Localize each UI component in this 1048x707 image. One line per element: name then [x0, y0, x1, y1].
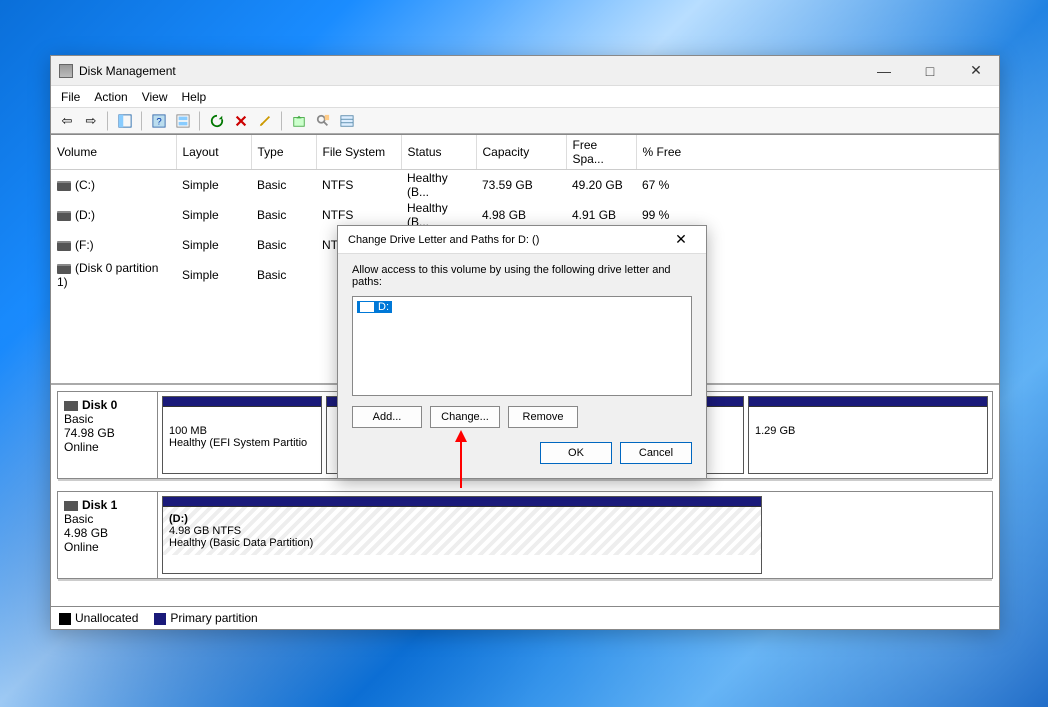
show-hide-tree-icon[interactable]: [115, 111, 135, 131]
partition-last[interactable]: 1.29 GB: [748, 396, 988, 474]
ok-button[interactable]: OK: [540, 442, 612, 464]
delete-icon[interactable]: [231, 111, 251, 131]
disk-row-1[interactable]: Disk 1 Basic 4.98 GB Online (D:) 4.98 GB…: [57, 491, 993, 579]
menu-view[interactable]: View: [142, 90, 168, 104]
partition-d[interactable]: (D:) 4.98 GB NTFS Healthy (Basic Data Pa…: [162, 496, 762, 574]
app-icon: [59, 64, 73, 78]
change-button[interactable]: Change...: [430, 406, 500, 428]
col-free[interactable]: Free Spa...: [566, 135, 636, 170]
maximize-button[interactable]: □: [907, 56, 953, 86]
col-volume[interactable]: Volume: [51, 135, 176, 170]
menu-help[interactable]: Help: [182, 90, 207, 104]
legend-swatch-primary: [154, 613, 166, 625]
disk-icon: [57, 241, 71, 251]
col-capacity[interactable]: Capacity: [476, 135, 566, 170]
close-button[interactable]: ✕: [953, 56, 999, 86]
disk-info: Disk 1 Basic 4.98 GB Online: [58, 492, 158, 578]
change-drive-letter-dialog: Change Drive Letter and Paths for D: () …: [337, 225, 707, 479]
back-icon[interactable]: ⇦: [57, 111, 77, 131]
partition-color-bar: [749, 397, 987, 407]
drive-icon: [360, 302, 374, 312]
legend: Unallocated Primary partition: [51, 606, 999, 629]
help-icon[interactable]: ?: [149, 111, 169, 131]
table-row[interactable]: (C:) Simple Basic NTFS Healthy (B... 73.…: [51, 170, 999, 201]
properties-icon[interactable]: [255, 111, 275, 131]
svg-text:?: ?: [156, 116, 161, 127]
col-status[interactable]: Status: [401, 135, 476, 170]
col-type[interactable]: Type: [251, 135, 316, 170]
disk-icon: [57, 211, 71, 221]
partition-color-bar: [163, 397, 321, 407]
col-pctfree[interactable]: % Free: [636, 135, 999, 170]
disk-icon: [57, 264, 71, 274]
disk-icon: [57, 181, 71, 191]
forward-icon[interactable]: ⇨: [81, 111, 101, 131]
partition-efi[interactable]: 100 MB Healthy (EFI System Partitio: [162, 396, 322, 474]
path-list-item[interactable]: D:: [357, 301, 392, 313]
refresh-icon[interactable]: [207, 111, 227, 131]
menu-action[interactable]: Action: [94, 90, 127, 104]
remove-button[interactable]: Remove: [508, 406, 578, 428]
add-button[interactable]: Add...: [352, 406, 422, 428]
titlebar[interactable]: Disk Management — □ ✕: [51, 56, 999, 86]
dialog-instruction: Allow access to this volume by using the…: [352, 264, 692, 288]
cancel-button[interactable]: Cancel: [620, 442, 692, 464]
disk-icon: [64, 501, 78, 511]
dialog-close-icon[interactable]: ✕: [666, 231, 696, 248]
find-icon[interactable]: [313, 111, 333, 131]
dialog-titlebar[interactable]: Change Drive Letter and Paths for D: () …: [338, 226, 706, 254]
dialog-title: Change Drive Letter and Paths for D: (): [348, 234, 539, 246]
action-icon[interactable]: [289, 111, 309, 131]
col-fs[interactable]: File System: [316, 135, 401, 170]
menu-file[interactable]: File: [61, 90, 80, 104]
settings-icon[interactable]: [173, 111, 193, 131]
menubar: File Action View Help: [51, 86, 999, 108]
minimize-button[interactable]: —: [861, 56, 907, 86]
col-layout[interactable]: Layout: [176, 135, 251, 170]
window-title: Disk Management: [79, 64, 176, 78]
toolbar: ⇦ ⇨ ?: [51, 108, 999, 134]
legend-swatch-unallocated: [59, 613, 71, 625]
paths-listbox[interactable]: D:: [352, 296, 692, 396]
disk-icon: [64, 401, 78, 411]
partition-color-bar: [163, 497, 761, 507]
disk-info: Disk 0 Basic 74.98 GB Online: [58, 392, 158, 478]
list-icon[interactable]: [337, 111, 357, 131]
